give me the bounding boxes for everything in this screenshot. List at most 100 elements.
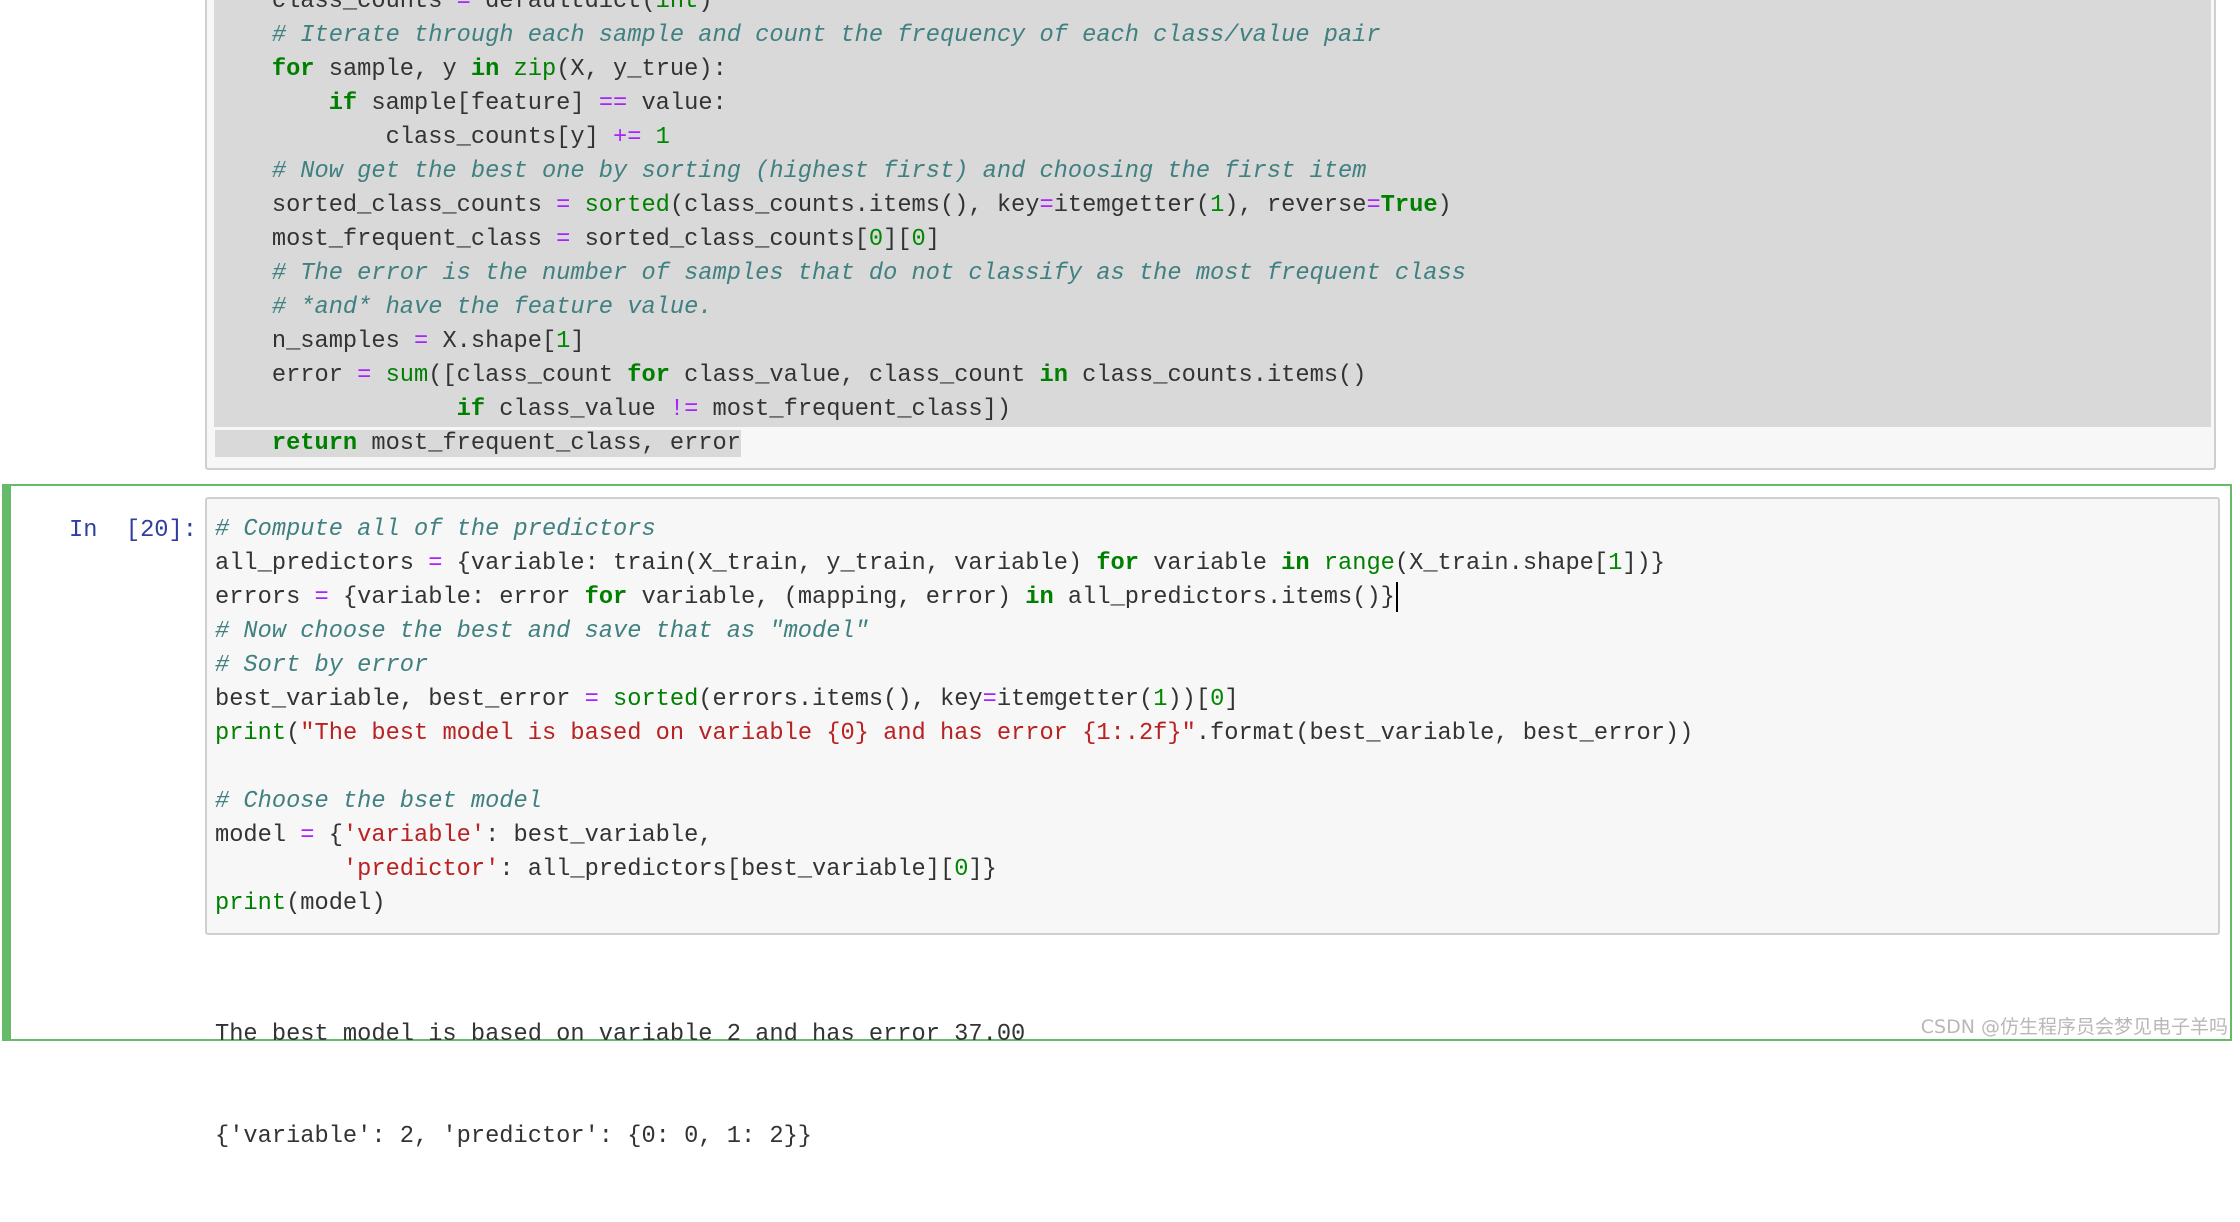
code-line: return most_frequent_class, error	[214, 427, 2211, 461]
code-text: (	[286, 720, 301, 747]
builtin-token: zip	[513, 56, 557, 83]
code-text: class_counts.items()	[1067, 362, 1367, 389]
keyword-token: True	[1380, 192, 1438, 219]
code-text: (model)	[286, 890, 386, 917]
operator-token: =	[1366, 192, 1381, 219]
code-line: all_predictors = {variable: train(X_trai…	[215, 547, 1693, 581]
code-text: defaultdict(	[470, 0, 656, 15]
code-text: : best_variable,	[485, 822, 713, 849]
keyword-token: for	[1096, 550, 1139, 577]
operator-token: =	[456, 0, 471, 15]
code-text: n_samples	[215, 328, 415, 355]
code-line: if class_value != most_frequent_class])	[214, 393, 2211, 427]
code-text: variable	[1139, 550, 1282, 577]
watermark: CSDN @仿生程序员会梦见电子羊吗	[1920, 1016, 2228, 1038]
string-token: 'variable'	[342, 822, 486, 849]
code-text: ]	[570, 328, 585, 355]
comment-token: # Sort by error	[215, 652, 429, 679]
code-text: class_value	[485, 396, 670, 423]
builtin-token: print	[215, 720, 287, 747]
code-text: : all_predictors[best_variable][	[499, 856, 955, 883]
number-token: 1	[1153, 686, 1168, 713]
operator-token: =	[414, 328, 429, 355]
code-text: {	[314, 822, 343, 849]
code-text: ), reverse	[1224, 192, 1367, 219]
builtin-token: range	[1323, 550, 1395, 577]
code-text: )	[1437, 192, 1452, 219]
code-line: # Choose the bset model	[215, 785, 1693, 819]
code-line: best_variable, best_error = sorted(error…	[215, 683, 1693, 717]
operator-token: +=	[613, 124, 642, 151]
code-line: if sample[feature] == value:	[214, 87, 2211, 121]
code-text: sorted_class_counts	[215, 192, 557, 219]
code-line: most_frequent_class = sorted_class_count…	[214, 223, 2211, 257]
code-text: (errors.items(), key	[698, 686, 983, 713]
operator-token: =	[357, 362, 372, 389]
code-text: all_predictors	[215, 550, 429, 577]
code-text: itemgetter(	[1053, 192, 1211, 219]
comment-token: # Now choose the best and save that as "…	[215, 618, 869, 645]
code-line: class_counts[y] += 1	[214, 121, 2211, 155]
code-text: ]}	[968, 856, 997, 883]
active-code-cell[interactable]: In [20]: # Compute all of the predictors…	[2, 484, 2232, 1150]
number-token: 0	[868, 226, 884, 253]
code-text: X.shape[	[428, 328, 557, 355]
keyword-token: in	[1025, 584, 1054, 611]
number-token: 1	[556, 328, 571, 355]
code-line: print(model)	[215, 887, 1693, 921]
cell-output: The best model is based on variable 2 an…	[215, 950, 1025, 1222]
code-text: ))[	[1167, 686, 1211, 713]
code-text: itemgetter(	[996, 686, 1154, 713]
code-text: model	[215, 822, 301, 849]
code-line: 'predictor': all_predictors[best_variabl…	[215, 853, 1693, 887]
keyword-token: in	[470, 56, 500, 83]
code-text: sample[feature]	[357, 90, 599, 117]
code-text: class_value, class_count	[669, 362, 1040, 389]
number-token: 1	[1608, 550, 1623, 577]
keyword-token: if	[328, 90, 358, 117]
comment-token: # Now get the best one by sorting (highe…	[271, 158, 1367, 185]
builtin-token: print	[215, 890, 287, 917]
number-token: 1	[1210, 192, 1225, 219]
code-line: class_counts = defaultdict(int)	[214, 0, 2211, 19]
previous-code-cell[interactable]: class_counts = defaultdict(int) # Iterat…	[205, 0, 2216, 470]
code-line: sorted_class_counts = sorted(class_count…	[214, 189, 2211, 223]
code-text: sorted_class_counts[	[570, 226, 869, 253]
operator-token: =	[428, 550, 443, 577]
builtin-token: sorted	[613, 686, 699, 713]
code-editor[interactable]: class_counts = defaultdict(int) # Iterat…	[214, 0, 2211, 461]
code-text: (X, y_true):	[556, 56, 727, 83]
keyword-token: for	[584, 584, 628, 611]
code-text: value:	[627, 90, 727, 117]
code-line: n_samples = X.shape[1]	[214, 325, 2211, 359]
code-text: )	[698, 0, 713, 15]
keyword-token: in	[1281, 550, 1310, 577]
code-editor[interactable]: # Compute all of the predictors all_predi…	[215, 513, 1693, 921]
code-line: # Now get the best one by sorting (highe…	[214, 155, 2211, 189]
code-text: ][	[883, 226, 912, 253]
code-text: ([class_count	[428, 362, 628, 389]
keyword-token: for	[627, 362, 670, 389]
operator-token: =	[1039, 192, 1054, 219]
operator-token: =	[584, 686, 599, 713]
comment-token: # Iterate through each sample and count …	[271, 22, 1381, 49]
keyword-token: for	[271, 56, 315, 83]
number-token: 0	[1210, 686, 1225, 713]
code-text: all_predictors.items()}	[1053, 584, 1395, 611]
number-token: 0	[954, 856, 969, 883]
number-token: 1	[655, 124, 670, 151]
code-input-area[interactable]: # Compute all of the predictors all_predi…	[205, 497, 2220, 935]
code-text	[215, 430, 272, 457]
comment-token: # Compute all of the predictors	[215, 516, 656, 543]
code-text: variable, (mapping, error)	[627, 584, 1026, 611]
code-text: {variable: error	[328, 584, 585, 611]
